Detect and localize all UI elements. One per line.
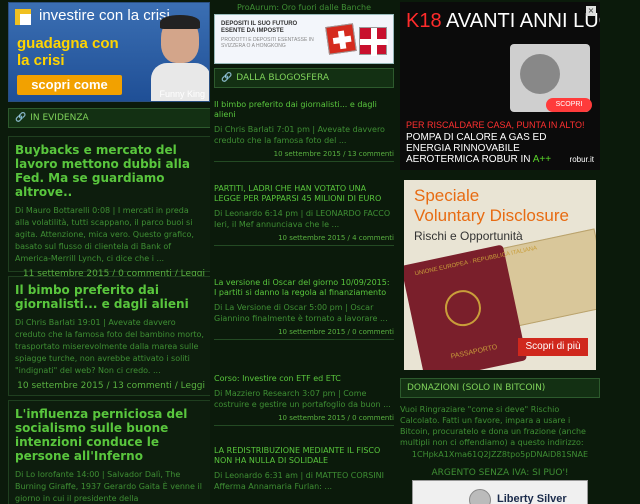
- post-excerpt: Di Lo Iorofante 14:00 | Salvador Dalì, T…: [15, 470, 202, 503]
- section-title: DALLA BLOGOSFERA: [236, 73, 330, 83]
- robur-headline: K18 AVANTI ANNI LUCE: [406, 10, 600, 33]
- blog-item-title[interactable]: La versione di Oscar del giorno 10/09/20…: [214, 278, 394, 298]
- post-excerpt: Di Mauro Bottarelli 0:08 | I mercati in …: [15, 206, 194, 263]
- link-icon: 🔗: [221, 73, 233, 83]
- blog-item: La versione di Oscar del giorno 10/09/20…: [214, 278, 394, 340]
- swiss-flag-icon: [325, 23, 357, 55]
- donation-text: Vuoi Ringraziare "come si deve" Rischio …: [400, 404, 600, 460]
- voluntary-line3: Rischi e Opportunità: [414, 229, 523, 243]
- dalla-blogosfera-header: 🔗 DALLA BLOGOSFERA: [214, 68, 394, 88]
- blog-item-excerpt: Di Leonardo 6:14 pm | di LEONARDO FACCO …: [214, 209, 391, 229]
- scopri-button[interactable]: SCOPRI: [546, 98, 592, 112]
- blog-item-title[interactable]: Corso: Investire con ETF ed ETC: [214, 374, 394, 384]
- emblem-icon: [441, 286, 485, 330]
- link-icon: 🔗: [15, 113, 27, 123]
- ad-close-icon[interactable]: ×: [586, 6, 596, 16]
- blog-item-meta[interactable]: 10 settembre 2015 / 13 commenti: [214, 150, 394, 158]
- post-title[interactable]: L'influenza perniciosa del socialismo su…: [15, 407, 205, 463]
- post-meta[interactable]: 10 settembre 2015 / 13 commenti / Leggi: [15, 381, 205, 391]
- blog-item-excerpt: Di Leonardo 6:31 am | di MATTEO CORSINI …: [214, 471, 385, 491]
- in-evidenza-header: 🔗 IN EVIDENZA: [8, 108, 210, 128]
- logo-icon: [15, 9, 31, 25]
- coin-icon: [469, 489, 491, 504]
- blog-item: Il bimbo preferito dai giornalisti... e …: [214, 100, 394, 162]
- voluntary-disclosure-ad[interactable]: Speciale Voluntary Disclosure Rischi e O…: [404, 180, 596, 370]
- voluntary-line1: Speciale: [414, 186, 480, 205]
- post-title[interactable]: Buybacks e mercato del lavoro mettono du…: [15, 143, 205, 199]
- section-title: DONAZIONI (SOLO IN BITCOIN): [407, 383, 546, 393]
- blog-item: LA REDISTRIBUZIONE MEDIANTE IL FISCO NON…: [214, 446, 394, 495]
- blog-item-excerpt: Di La Versione di Oscar 5:00 pm | Oscar …: [214, 303, 388, 323]
- proaurum-link[interactable]: ProAurum: Oro fuori dalle Banche: [214, 3, 394, 12]
- robur-description: POMPA DI CALORE A GAS ED ENERGIA RINNOVA…: [406, 132, 556, 165]
- headline-text: AVANTI ANNI LUCE: [446, 10, 600, 32]
- page-margin: [604, 0, 640, 504]
- ad-subline: PRODOTTI E DEPOSITI ESENTASSE IN SVIZZER…: [221, 37, 314, 49]
- scopri-di-piu-button[interactable]: Scopri di più: [518, 338, 588, 356]
- ad-headline: DEPOSITI IL SUO FUTURO ESENTE DA IMPOSTE: [221, 21, 298, 34]
- energy-class: A++: [532, 154, 552, 165]
- featured-post: L'influenza perniciosa del socialismo su…: [8, 400, 210, 504]
- k18-label: K18: [406, 10, 442, 32]
- blog-item-meta[interactable]: 10 settembre 2015 / 0 commenti: [214, 414, 394, 422]
- post-excerpt: Di Chris Barlati 19:01 | Avevate davvero…: [15, 318, 204, 375]
- robur-brand: robur.it: [569, 155, 594, 164]
- blog-item-title[interactable]: PARTITI, LADRI CHE HAN VOTATO UNA LEGGE …: [214, 184, 394, 204]
- investire-con-la-crisi-banner[interactable]: investire con la crisi guadagna con la c…: [8, 2, 210, 102]
- donazioni-header: DONAZIONI (SOLO IN BITCOIN): [400, 378, 600, 398]
- blog-item: Corso: Investire con ETF ed ETC Di Mazzi…: [214, 374, 394, 426]
- left-column: investire con la crisi guadagna con la c…: [4, 0, 210, 504]
- bitcoin-address[interactable]: 1CHpkA1Xma61Q2JZZ8tpo5pDNAiD81SNAE: [400, 449, 600, 460]
- robur-ad[interactable]: K18 AVANTI ANNI LUCE × SCOPRI PER RISCAL…: [400, 2, 600, 170]
- banner-slogan: guadagna con la crisi: [17, 35, 119, 69]
- robur-description-text: POMPA DI CALORE A GAS ED ENERGIA RINNOVA…: [406, 132, 547, 165]
- red-flag-icon: [359, 27, 388, 56]
- middle-column: ProAurum: Oro fuori dalle Banche DEPOSIT…: [214, 0, 394, 504]
- scopri-come-button[interactable]: scopri come: [17, 75, 122, 95]
- section-title: IN EVIDENZA: [30, 113, 89, 123]
- liberty-silver-logo: Liberty Silver: [497, 493, 567, 504]
- argento-link[interactable]: ARGENTO SENZA IVA: SI PUO'!: [400, 468, 600, 478]
- flags-icon: [319, 21, 389, 59]
- blog-item-title[interactable]: Il bimbo preferito dai giornalisti... e …: [214, 100, 394, 120]
- voluntary-line2: Voluntary Disclosure: [414, 206, 569, 225]
- featured-post: Il bimbo preferito dai giornalisti... e …: [8, 276, 210, 396]
- blog-item-excerpt: Di Chris Barlati 7:01 pm | Avevate davve…: [214, 125, 385, 145]
- banner-signature: Funny King: [159, 89, 205, 99]
- blog-item-title[interactable]: LA REDISTRIBUZIONE MEDIANTE IL FISCO NON…: [214, 446, 394, 466]
- blog-item-meta[interactable]: 10 settembre 2015 / 4 commenti: [214, 234, 394, 242]
- featured-post: Buybacks e mercato del lavoro mettono du…: [8, 136, 210, 279]
- donation-body: Vuoi Ringraziare "come si deve" Rischio …: [400, 405, 586, 447]
- blog-item-meta[interactable]: 10 settembre 2015 / 0 commenti: [214, 328, 394, 336]
- blog-item-excerpt: Di Mazziero Research 3:07 pm | Come cost…: [214, 389, 391, 409]
- robur-red-line: PER RISCALDARE CASA, PUNTA IN ALTO!: [406, 120, 585, 130]
- blog-item: PARTITI, LADRI CHE HAN VOTATO UNA LEGGE …: [214, 184, 394, 246]
- liberty-silver-ad[interactable]: Liberty Silver: [412, 480, 588, 504]
- passport-bottom-text: PASSAPORTO: [450, 343, 499, 361]
- post-title[interactable]: Il bimbo preferito dai giornalisti... e …: [15, 283, 205, 311]
- right-column: K18 AVANTI ANNI LUCE × SCOPRI PER RISCAL…: [400, 0, 600, 504]
- swiss-deposit-ad[interactable]: DEPOSITI IL SUO FUTURO ESENTE DA IMPOSTE…: [214, 14, 394, 64]
